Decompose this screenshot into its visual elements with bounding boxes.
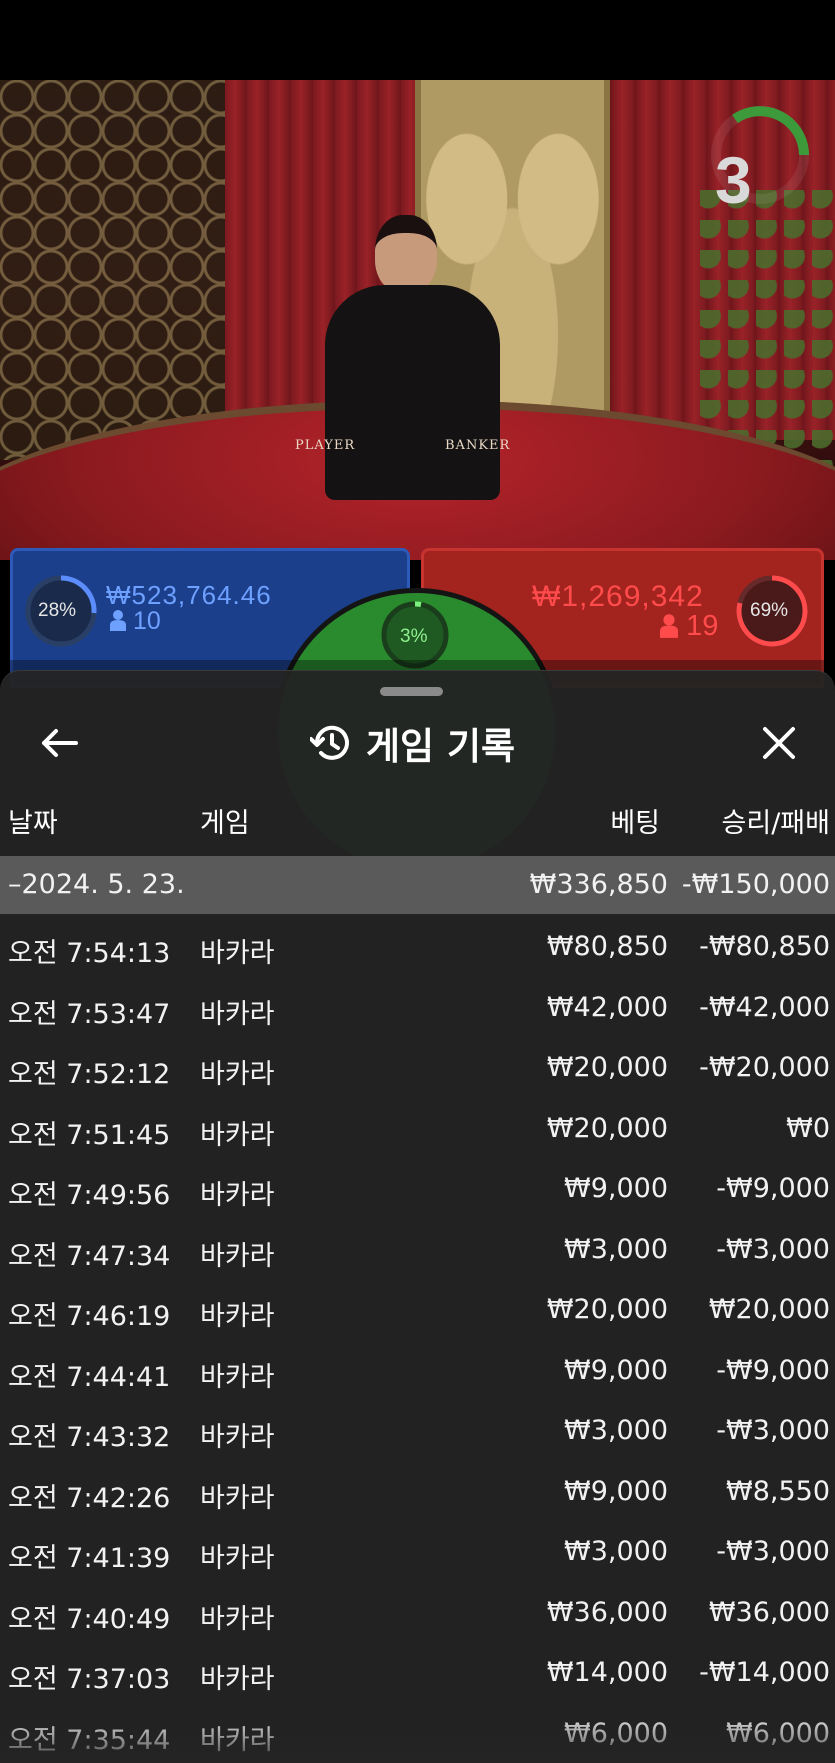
- history-clock-icon: [310, 725, 349, 760]
- row-bet: ₩9,000: [564, 1354, 668, 1386]
- history-row[interactable]: 오전 7:52:12 바카라 ₩20,000 -₩20,000: [0, 1038, 835, 1098]
- user-icon: [660, 614, 678, 638]
- row-result: -₩9,000: [716, 1173, 830, 1204]
- row-game: 바카라: [200, 1240, 275, 1272]
- tie-percent: 3%: [400, 626, 428, 647]
- row-game: 바카라: [200, 1361, 275, 1393]
- wall-pattern: [0, 80, 230, 460]
- row-bet: ₩80,850: [546, 931, 668, 962]
- row-bet: ₩3,000: [564, 1415, 668, 1446]
- row-result: -₩14,000: [699, 1657, 830, 1688]
- row-game: 바카라: [200, 1543, 275, 1574]
- row-bet: ₩3,000: [564, 1233, 668, 1265]
- row-result: -₩3,000: [716, 1415, 830, 1446]
- row-bet: ₩20,000: [546, 1112, 668, 1144]
- row-result: -₩9,000: [716, 1354, 830, 1386]
- banker-percent: 69%: [750, 600, 789, 621]
- row-game: 바카라: [200, 1482, 275, 1514]
- row-time: 오전 7:43:32: [8, 1422, 171, 1453]
- row-game: 바카라: [200, 998, 275, 1030]
- row-time: 오전 7:47:34: [8, 1240, 171, 1272]
- history-row[interactable]: 오전 7:43:32 바카라 ₩3,000 -₩3,000: [0, 1401, 835, 1461]
- row-game: 바카라: [200, 1664, 275, 1695]
- history-row[interactable]: 오전 7:40:49 바카라 ₩36,000 ₩36,000: [0, 1583, 835, 1643]
- list-fade: [0, 1711, 835, 1763]
- row-bet: ₩20,000: [546, 1052, 668, 1083]
- history-row[interactable]: 오전 7:42:26 바카라 ₩9,000 ₩8,550: [0, 1462, 835, 1522]
- row-time: 오전 7:49:56: [8, 1180, 171, 1211]
- row-result: -₩3,000: [716, 1536, 830, 1567]
- banker-count-value: 19: [686, 610, 719, 642]
- row-time: 오전 7:40:49: [8, 1603, 171, 1635]
- row-bet: ₩9,000: [564, 1173, 668, 1204]
- history-row[interactable]: 오전 7:37:03 바카라 ₩14,000 -₩14,000: [0, 1643, 835, 1703]
- history-row[interactable]: 오전 7:44:41 바카라 ₩9,000 -₩9,000: [0, 1341, 835, 1401]
- row-game: 바카라: [200, 1059, 275, 1090]
- history-row[interactable]: 오전 7:47:34 바카라 ₩3,000 -₩3,000: [0, 1220, 835, 1280]
- row-result: ₩0: [786, 1112, 830, 1144]
- row-time: 오전 7:42:26: [8, 1482, 171, 1514]
- row-bet: ₩14,000: [546, 1657, 668, 1688]
- row-result: -₩20,000: [699, 1052, 830, 1083]
- row-bet: ₩20,000: [546, 1294, 668, 1325]
- date-group-result-total: -₩150,000: [681, 869, 830, 900]
- back-button[interactable]: [32, 716, 86, 770]
- close-icon: [763, 727, 795, 759]
- sheet-title: 게임 기록: [366, 725, 516, 768]
- row-game: 바카라: [200, 938, 275, 969]
- row-result: -₩3,000: [716, 1233, 830, 1265]
- row-result: ₩36,000: [708, 1596, 830, 1628]
- row-game: 바카라: [200, 1422, 275, 1453]
- date-group-bet-total: ₩336,850: [529, 869, 668, 900]
- row-time: 오전 7:44:41: [8, 1361, 171, 1393]
- row-time: 오전 7:46:19: [8, 1301, 171, 1332]
- row-time: 오전 7:54:13: [8, 938, 171, 969]
- row-time: 오전 7:41:39: [8, 1543, 171, 1574]
- row-bet: ₩42,000: [546, 991, 668, 1023]
- row-result: -₩42,000: [699, 991, 830, 1023]
- row-result: ₩8,550: [726, 1475, 830, 1507]
- history-row[interactable]: 오전 7:46:19 바카라 ₩20,000 ₩20,000: [0, 1280, 835, 1340]
- sheet-drag-handle[interactable]: [380, 687, 443, 696]
- game-history-sheet: 게임 기록 날짜 게임 베팅 승리/패배 –2024. 5. 23. ₩336,…: [0, 670, 835, 1763]
- history-row[interactable]: 오전 7:49:56 바카라 ₩9,000 -₩9,000: [0, 1159, 835, 1219]
- date-group-row[interactable]: –2024. 5. 23. ₩336,850 -₩150,000: [0, 856, 835, 914]
- row-time: 오전 7:52:12: [8, 1059, 171, 1090]
- history-row[interactable]: 오전 7:54:13 바카라 ₩80,850 -₩80,850: [0, 917, 835, 977]
- close-button[interactable]: [752, 716, 806, 770]
- row-game: 바카라: [200, 1603, 275, 1635]
- column-header-bet: 베팅: [610, 808, 660, 839]
- banker-bettor-count: 19: [660, 610, 718, 643]
- history-row[interactable]: 오전 7:41:39 바카라 ₩3,000 -₩3,000: [0, 1522, 835, 1582]
- row-bet: ₩36,000: [546, 1596, 668, 1628]
- history-row[interactable]: 오전 7:53:47 바카라 ₩42,000 -₩42,000: [0, 978, 835, 1038]
- column-header-game: 게임: [200, 808, 250, 839]
- player-count-value: 10: [132, 607, 161, 635]
- user-icon: [110, 610, 126, 631]
- column-header-date: 날짜: [8, 808, 58, 839]
- row-game: 바카라: [200, 1301, 275, 1332]
- table-banker-text: BANKER: [445, 438, 511, 453]
- status-bar: [0, 0, 835, 80]
- sheet-header: 게임 기록: [310, 715, 515, 771]
- banker-total-amount: ₩1,269,342: [532, 580, 704, 613]
- row-time: 오전 7:53:47: [8, 998, 171, 1030]
- row-result: ₩20,000: [708, 1294, 830, 1325]
- player-percent: 28%: [38, 600, 77, 621]
- row-time: 오전 7:51:45: [8, 1119, 171, 1151]
- player-bettor-count: 10: [110, 607, 161, 636]
- countdown-number: 3: [715, 143, 752, 217]
- row-game: 바카라: [200, 1119, 275, 1151]
- arrow-left-icon: [42, 729, 78, 757]
- row-result: -₩80,850: [699, 931, 830, 962]
- row-bet: ₩9,000: [564, 1475, 668, 1507]
- row-time: 오전 7:37:03: [8, 1664, 171, 1695]
- history-row[interactable]: 오전 7:51:45 바카라 ₩20,000 ₩0: [0, 1099, 835, 1159]
- column-header-result: 승리/패배: [721, 808, 830, 839]
- dealer: [325, 215, 500, 500]
- row-game: 바카라: [200, 1180, 275, 1211]
- date-group-label: –2024. 5. 23.: [8, 869, 185, 900]
- row-bet: ₩3,000: [564, 1536, 668, 1567]
- table-player-text: PLAYER: [295, 438, 356, 453]
